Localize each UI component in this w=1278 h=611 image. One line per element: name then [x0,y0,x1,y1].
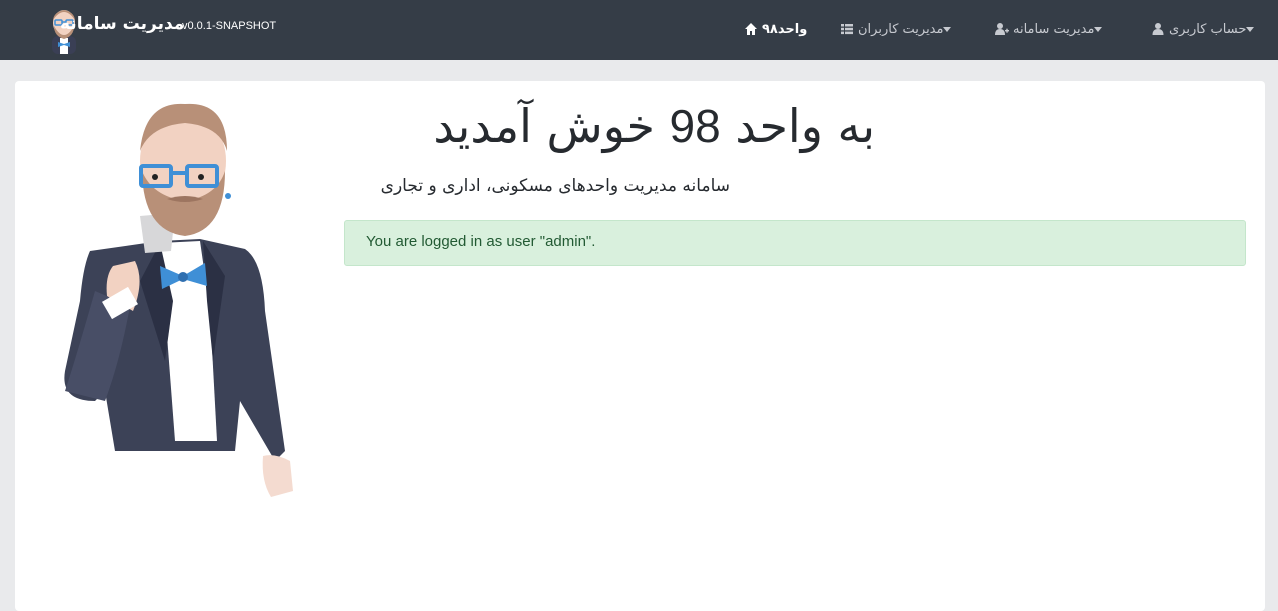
welcome-title-prefix: به واحد [735,99,875,153]
nav-user-management[interactable]: مدیریت کاربران [836,19,956,39]
welcome-title: به واحد 98 خوش آمدید [433,99,875,153]
main-card: به واحد 98 خوش آمدید سامانه مدیریت واحده… [15,81,1265,611]
chevron-down-icon [1094,26,1103,32]
home-icon [745,23,757,35]
hipster-illustration [64,103,293,497]
nav-account[interactable]: حساب کاربری [1147,19,1259,39]
nav-home-label: واحد۹۸ [762,21,808,37]
brand-title[interactable]: مدیریت سامانه [60,14,184,34]
chevron-down-icon [1246,26,1255,32]
nav-account-label: حساب کاربری [1169,21,1247,37]
welcome-subtitle: سامانه مدیریت واحدهای مسکونی، اداری و تج… [380,176,730,196]
brand-version: v0.0.1-SNAPSHOT [182,20,277,32]
nav-system-management-label: مدیریت سامانه [1013,21,1095,37]
list-icon [841,24,853,35]
welcome-title-number: 98 [669,100,721,152]
nav-user-management-label: مدیریت کاربران [858,21,944,37]
top-navbar: مدیریت سامانه v0.0.1-SNAPSHOT واحد۹۸ مدی… [0,0,1278,60]
welcome-title-suffix: خوش آمدید [433,99,655,153]
nav-system-management[interactable]: مدیریت سامانه [991,19,1107,39]
login-status-alert: You are logged in as user "admin". [344,220,1246,266]
user-plus-icon [995,23,1009,35]
nav-home[interactable]: واحد۹۸ [740,19,807,39]
user-icon [1152,23,1164,35]
chevron-down-icon [943,26,952,32]
